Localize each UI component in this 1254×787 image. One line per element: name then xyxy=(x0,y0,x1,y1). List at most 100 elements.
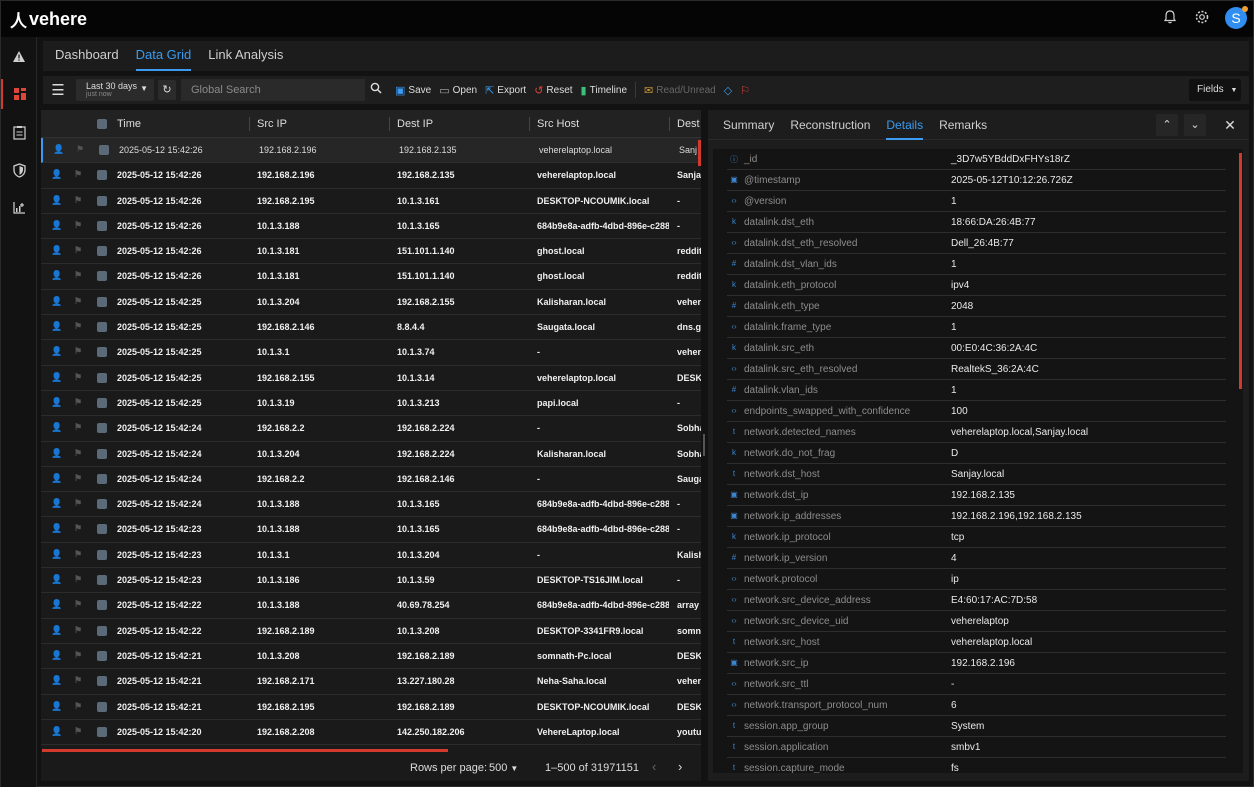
assign-user-icon[interactable]: 👤 xyxy=(51,270,62,281)
column-header-dest-ip[interactable]: Dest IP xyxy=(397,118,433,130)
table-row[interactable]: 👤 ⚑ 2025-05-12 15:42:23 10.1.3.1 10.1.3.204 -… xyxy=(41,543,701,569)
flag-icon[interactable]: ⚑ xyxy=(74,625,82,636)
flag-icon[interactable]: ⚑ xyxy=(74,675,82,686)
row-checkbox[interactable] xyxy=(97,676,107,687)
table-row[interactable]: 👤 ⚑ 2025-05-12 15:42:26 10.1.3.181 151.101.1… xyxy=(41,264,701,290)
flag-icon[interactable]: ⚑ xyxy=(74,473,82,484)
detail-field-row[interactable]: # datalink.eth_type 2048 xyxy=(727,296,1226,317)
flag-icon[interactable]: ⚑ xyxy=(76,144,84,155)
detail-field-row[interactable]: ‹› datalink.dst_eth_resolved Dell_26:4B:77 xyxy=(727,233,1226,254)
assign-user-icon[interactable]: 👤 xyxy=(51,245,62,256)
assign-user-icon[interactable]: 👤 xyxy=(51,397,62,408)
horizontal-scrollbar[interactable] xyxy=(42,749,448,752)
flag-icon[interactable]: ⚑ xyxy=(74,220,82,231)
detail-field-row[interactable]: t network.detected_names veherelaptop.loca… xyxy=(727,422,1226,443)
alerts-nav-icon[interactable] xyxy=(1,41,37,71)
row-checkbox[interactable] xyxy=(99,145,109,155)
detail-field-row[interactable]: ‹› network.protocol ip xyxy=(727,569,1226,590)
reports-nav-icon[interactable] xyxy=(1,117,37,147)
assign-user-icon[interactable]: 👤 xyxy=(53,144,64,155)
chevron-up-icon[interactable]: ⌃ xyxy=(1156,114,1178,136)
row-checkbox[interactable] xyxy=(97,347,107,358)
assign-user-icon[interactable]: 👤 xyxy=(51,372,62,383)
detail-field-row[interactable]: # datalink.dst_vlan_ids 1 xyxy=(727,254,1226,275)
assign-user-icon[interactable]: 👤 xyxy=(51,220,62,231)
row-checkbox[interactable] xyxy=(97,246,107,257)
assign-user-icon[interactable]: 👤 xyxy=(51,321,62,332)
assign-user-icon[interactable]: 👤 xyxy=(51,574,62,585)
table-row[interactable]: 👤 ⚑ 2025-05-12 15:42:26 192.168.2.196 192.16… xyxy=(41,163,701,189)
detail-field-row[interactable]: ‹› network.src_ttl - xyxy=(727,674,1226,695)
detail-field-row[interactable]: ‹› network.transport_protocol_num 6 xyxy=(727,695,1226,716)
flag-icon[interactable]: ⚑ xyxy=(74,397,82,408)
table-row[interactable]: 👤 ⚑ 2025-05-12 15:42:24 10.1.3.188 10.1.3.16… xyxy=(41,492,701,518)
detail-field-row[interactable]: ‹› datalink.src_eth_resolved RealtekS_36:2… xyxy=(727,359,1226,380)
table-row[interactable]: 👤 ⚑ 2025-05-12 15:42:22 10.1.3.188 40.69.78.… xyxy=(41,593,701,619)
assign-user-icon[interactable]: 👤 xyxy=(51,448,62,459)
detail-field-row[interactable]: ▣ network.dst_ip 192.168.2.135 xyxy=(727,485,1226,506)
flag-icon[interactable]: ⚑ xyxy=(74,296,82,307)
shield-nav-icon[interactable] xyxy=(1,155,37,185)
chevron-down-icon[interactable]: ⌄ xyxy=(1184,114,1206,136)
tab-dashboard[interactable]: Dashboard xyxy=(55,41,119,71)
table-row[interactable]: 👤 ⚑ 2025-05-12 15:42:21 192.168.2.171 13.227… xyxy=(41,669,701,695)
table-row[interactable]: 👤 ⚑ 2025-05-12 15:42:22 192.168.2.189 10.1.3… xyxy=(41,619,701,644)
column-header-dest[interactable]: Dest xyxy=(677,118,700,130)
table-row[interactable]: 👤 ⚑ 2025-05-12 15:42:23 10.1.3.186 10.1.3.59… xyxy=(41,568,701,594)
column-header-src-ip[interactable]: Src IP xyxy=(257,118,287,130)
detail-field-row[interactable]: # network.ip_version 4 xyxy=(727,548,1226,569)
flag-icon[interactable]: ⚑ xyxy=(74,523,82,534)
save-button[interactable]: ▣ Save xyxy=(395,84,431,97)
gear-icon[interactable] xyxy=(1193,9,1211,27)
row-checkbox[interactable] xyxy=(97,423,107,434)
table-row[interactable]: 👤 ⚑ 2025-05-12 15:42:21 192.168.2.195 192.16… xyxy=(41,695,701,720)
table-row[interactable]: 👤 ⚑ 2025-05-12 15:42:26 192.168.2.196 192.16… xyxy=(41,138,701,164)
data-grid-nav-icon[interactable] xyxy=(1,79,37,109)
read-unread-button[interactable]: ✉ Read/Unread xyxy=(644,84,716,97)
table-row[interactable]: 👤 ⚑ 2025-05-12 15:42:24 192.168.2.2 192.168.… xyxy=(41,467,701,493)
row-checkbox[interactable] xyxy=(97,650,107,661)
details-scrollbar[interactable] xyxy=(1239,153,1242,389)
assign-user-icon[interactable]: 👤 xyxy=(51,726,62,737)
chevron-right-icon[interactable]: › xyxy=(678,759,682,774)
column-header-src-host[interactable]: Src Host xyxy=(537,118,579,130)
detail-field-row[interactable]: # datalink.vlan_ids 1 xyxy=(727,380,1226,401)
flag-icon[interactable]: ⚑ xyxy=(74,599,82,610)
assign-user-icon[interactable]: 👤 xyxy=(51,625,62,636)
column-header-time[interactable]: Time xyxy=(117,118,141,130)
tab-details[interactable]: Details xyxy=(886,110,924,140)
fields-dropdown[interactable]: Fields ▼ xyxy=(1189,79,1241,101)
flag-icon[interactable]: ⚑ xyxy=(74,726,82,737)
flag-icon[interactable]: ⚑ xyxy=(74,701,82,712)
close-icon[interactable]: ✕ xyxy=(1219,114,1241,136)
detail-field-row[interactable]: ▣ @timestamp 2025-05-12T10:12:26.726Z xyxy=(727,170,1226,191)
detail-field-row[interactable]: k datalink.src_eth 00:E0:4C:36:2A:4C xyxy=(727,338,1226,359)
detail-field-row[interactable]: ▣ network.src_ip 192.168.2.196 xyxy=(727,653,1226,674)
panel-resize-handle[interactable] xyxy=(703,434,705,456)
detail-field-row[interactable]: t network.dst_host Sanjay.local xyxy=(727,464,1226,485)
table-row[interactable]: 👤 ⚑ 2025-05-12 15:42:24 10.1.3.204 192.168.2… xyxy=(41,442,701,467)
detail-field-row[interactable]: k network.ip_protocol tcp xyxy=(727,527,1226,548)
assign-user-icon[interactable]: 👤 xyxy=(51,498,62,509)
chevron-left-icon[interactable]: ‹ xyxy=(652,759,656,774)
global-search-input[interactable] xyxy=(181,79,365,101)
table-row[interactable]: 👤 ⚑ 2025-05-12 15:42:21 10.1.3.208 192.168.2… xyxy=(41,644,701,670)
select-all-checkbox[interactable] xyxy=(97,118,107,129)
date-range-picker[interactable]: Last 30 days just now ▼ xyxy=(76,79,154,101)
assign-user-icon[interactable]: 👤 xyxy=(51,675,62,686)
detail-field-row[interactable]: t session.application smbv1 xyxy=(727,737,1226,758)
table-row[interactable]: 👤 ⚑ 2025-05-12 15:42:25 10.1.3.1 10.1.3.74 - v… xyxy=(41,340,701,366)
flag-icon[interactable]: ⚑ xyxy=(74,169,82,180)
row-checkbox[interactable] xyxy=(97,448,107,459)
tab-remarks[interactable]: Remarks xyxy=(939,118,987,132)
reset-button[interactable]: ↺ Reset xyxy=(534,84,572,97)
search-icon[interactable] xyxy=(365,79,387,101)
assign-user-icon[interactable]: 👤 xyxy=(51,296,62,307)
refresh-button[interactable]: ↻ xyxy=(158,80,176,100)
export-button[interactable]: ⇱ Export xyxy=(485,84,526,97)
row-checkbox[interactable] xyxy=(97,499,107,510)
detail-field-row[interactable]: ‹› datalink.frame_type 1 xyxy=(727,317,1226,338)
tab-summary[interactable]: Summary xyxy=(723,118,774,132)
brand-logo[interactable]: ⼈ vehere xyxy=(10,8,87,31)
assign-user-icon[interactable]: 👤 xyxy=(51,549,62,560)
